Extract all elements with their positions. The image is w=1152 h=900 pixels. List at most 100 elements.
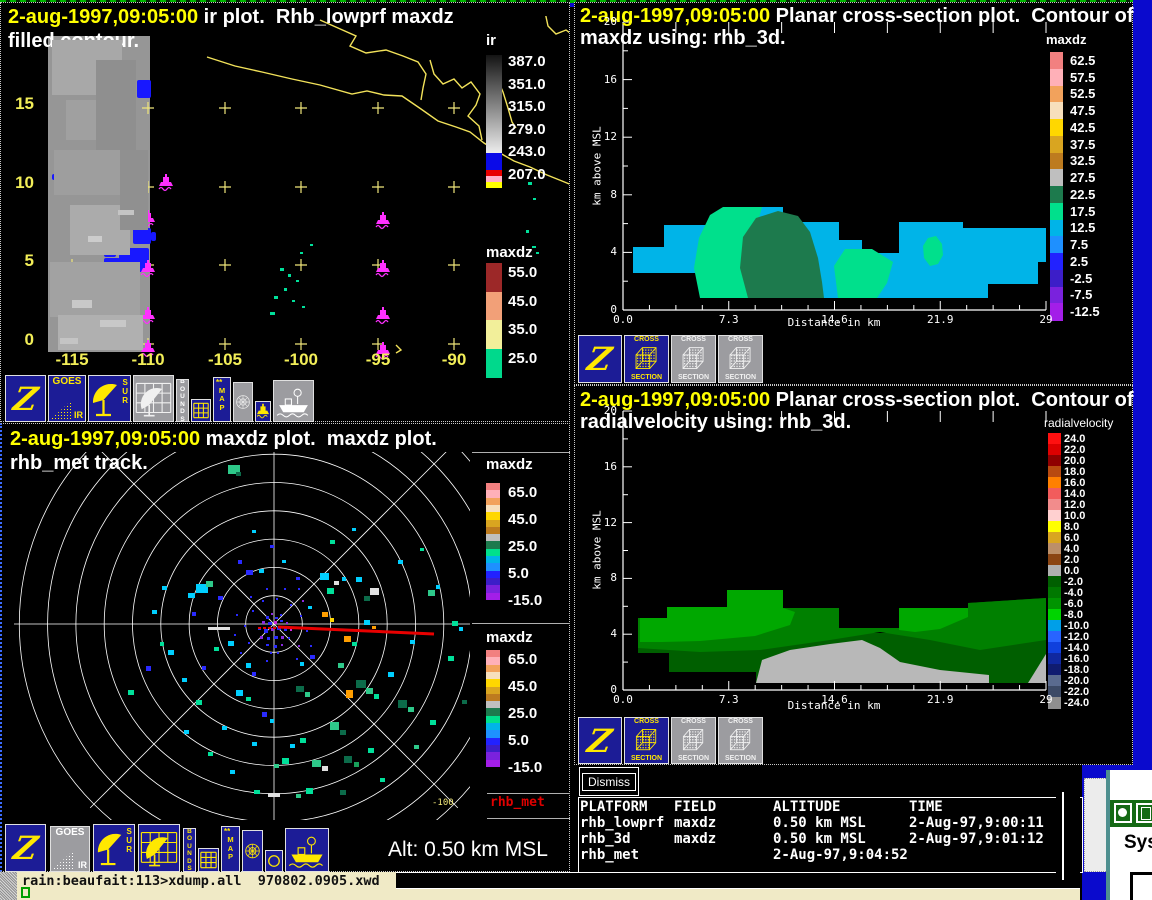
radar-echo [452, 621, 458, 626]
radar-echo [244, 625, 246, 627]
toolbar-button-circle[interactable] [265, 850, 283, 872]
radar-echo [342, 577, 346, 581]
toolbar-button-map[interactable]: MAP** [221, 826, 240, 872]
document-icon[interactable] [1136, 803, 1152, 823]
radar-speck [280, 268, 284, 271]
shape [376, 226, 388, 229]
cs-icon [720, 726, 761, 755]
ir-title-text: ir plot. Rhb_lowprf maxdz [198, 6, 454, 28]
minimize-icon[interactable] [1114, 803, 1132, 823]
goes-label: GOES [53, 376, 82, 387]
system-window-titlebar[interactable] [1110, 800, 1152, 827]
toolbar-button-cs[interactable]: CROSSSECTION [718, 717, 763, 764]
xs-xtick-label: 14.6 [820, 313, 850, 326]
toolbar-button-cs[interactable]: CROSSSECTION [671, 717, 716, 764]
toolbar-button-bounds[interactable]: BOUNDS [176, 379, 189, 422]
web-icon [244, 832, 261, 870]
radar-echo [236, 472, 241, 476]
satellite-cloud-patch [50, 262, 140, 317]
toolbar-button-sgrid[interactable] [198, 848, 219, 872]
radar-echo [254, 790, 260, 794]
toolbar-button-sgrid[interactable] [191, 399, 211, 422]
radar-echo [268, 622, 272, 625]
radar-echo [300, 738, 306, 743]
toolbar-button-ship[interactable] [273, 380, 314, 422]
cold-cloud-blob [133, 228, 151, 244]
radar-echo [462, 700, 467, 704]
radar-echo [250, 596, 252, 598]
toolbar-button-goes[interactable]: GOESIR [50, 826, 90, 872]
cross-label: CROSS [634, 336, 659, 344]
section-label: SECTION [678, 374, 709, 382]
radar-echo [258, 627, 261, 629]
toolbar-button-map[interactable]: MAP** [213, 377, 231, 422]
cold-cloud-blob [151, 232, 156, 241]
toolbar-button-zebra[interactable]: Z [5, 824, 46, 872]
terminal-scrollbar[interactable] [0, 872, 17, 900]
toolbar-button-goes[interactable]: GOESIR [48, 375, 86, 422]
radar-echo [364, 620, 370, 625]
xs-ytick-label: 4 [601, 627, 617, 640]
ir-xtick-label: -100 [271, 350, 331, 370]
radar-echo [273, 627, 276, 629]
toolbar-button-ship[interactable] [285, 828, 329, 872]
radar-echo [308, 606, 312, 609]
coastline [320, 20, 426, 100]
toolbar-button-zebra[interactable]: Z [578, 717, 622, 764]
toolbar-button-sur[interactable]: SUR [93, 824, 135, 872]
toolbar-button-web[interactable] [233, 382, 253, 422]
radar-echo [192, 612, 196, 616]
colorbar-ir-label: 315.0 [508, 98, 546, 115]
radar-echo [264, 629, 268, 633]
ppi-title-text: maxdz plot. maxdz plot. [200, 428, 437, 450]
grid-cross-icon [295, 259, 307, 271]
shape [159, 188, 171, 191]
ir-ytick-label: 0 [6, 330, 34, 350]
section-label: SECTION [678, 755, 709, 763]
colorbar-xsmaxdz-block [1050, 236, 1063, 253]
colorbar-irmaxdz-label: 55.0 [508, 264, 537, 281]
toolbar-button-sur[interactable]: SUR [88, 375, 131, 422]
system-window[interactable]: Syst [1106, 770, 1152, 900]
radar-echo [260, 636, 263, 639]
toolbar-button-web[interactable] [242, 830, 263, 872]
radar-echo [281, 644, 283, 646]
toolbar-button-gridradar[interactable] [133, 375, 174, 422]
ir-ytick-label: 10 [6, 173, 34, 193]
colorbar-xsmaxdz-block [1050, 203, 1063, 220]
colorbar-ppi1-label: 5.0 [508, 565, 529, 582]
toolbar-button-cs[interactable]: CROSSSECTION [624, 717, 669, 764]
toolbar-button-gridradar[interactable] [138, 824, 180, 872]
radar-echo [252, 530, 256, 533]
dismiss-button-label: Dismiss [582, 773, 636, 791]
xs-ytick-label: 12 [601, 130, 617, 143]
coastline [570, 62, 573, 95]
toolbar-button-cs[interactable]: CROSSSECTION [671, 335, 716, 383]
radar-echo [300, 615, 302, 617]
zebra-logo-icon: Z [11, 383, 40, 415]
radar-echo [246, 697, 251, 701]
toolbar-button-zebra[interactable]: Z [578, 335, 622, 383]
satellite-cloud-patch [120, 150, 148, 230]
grid-cross-icon [372, 102, 384, 114]
colorbar-ir-label: 243.0 [508, 143, 546, 160]
radar-echo [222, 726, 227, 730]
toolbar-button-buoy[interactable] [255, 401, 271, 422]
toolbar-button-cs[interactable]: CROSSSECTION [718, 335, 763, 383]
xs-xtick-label: 0.0 [608, 693, 638, 706]
buoy-icon [257, 403, 269, 420]
toolbar-button-zebra[interactable]: Z [5, 375, 46, 422]
radar-echo [288, 637, 290, 639]
colorbar-ppi2-label: 5.0 [508, 732, 529, 749]
dismiss-button[interactable]: Dismiss [579, 767, 639, 796]
radar-echo [268, 627, 271, 629]
toolbar-button-cs[interactable]: CROSS SECTION [624, 335, 669, 383]
radar-echo [248, 642, 250, 644]
colorbar-xsmaxdz-block [1050, 220, 1063, 237]
toolbar-button-bounds[interactable]: BOUNDS [183, 828, 196, 872]
radar-echo [270, 719, 274, 723]
separator-line [487, 818, 570, 819]
section-label: SECTION [631, 374, 662, 382]
colorbar-irmaxdz-block [486, 263, 502, 292]
radar-echo [356, 577, 362, 582]
